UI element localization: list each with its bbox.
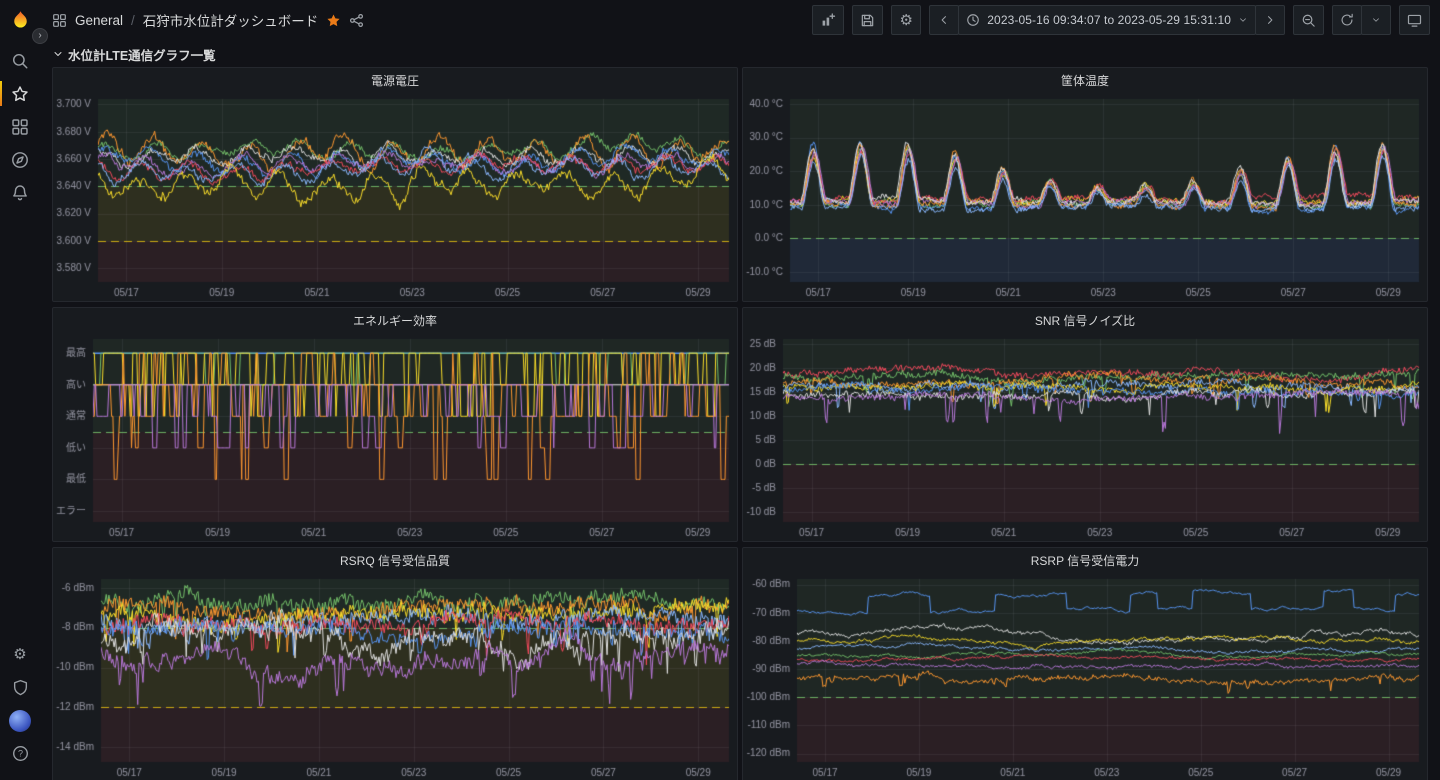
panel-enclosure-temperature: 筐体温度	[742, 67, 1428, 302]
dashboard-icon	[52, 13, 67, 28]
time-range-picker[interactable]: 2023-05-16 09:34:07 to 2023-05-29 15:31:…	[958, 5, 1256, 35]
kiosk-mode-button[interactable]	[1399, 5, 1430, 35]
clock-icon	[966, 13, 980, 27]
chart-canvas-snr[interactable]	[743, 332, 1427, 541]
chart-canvas-rsrq[interactable]	[53, 572, 737, 780]
chart-canvas-rsrp[interactable]	[743, 572, 1427, 780]
sidebar-expand-toggle[interactable]: ›	[32, 28, 48, 44]
share-dashboard-button[interactable]	[349, 13, 364, 28]
time-shift-back-button[interactable]	[929, 5, 959, 35]
sidebar-item-dashboards[interactable]	[0, 110, 40, 143]
help-icon: ?	[12, 745, 29, 762]
panel-body	[53, 332, 737, 541]
panel-rsrp: RSRP 信号受信電力	[742, 547, 1428, 780]
panel-energy-efficiency: エネルギー効率	[52, 307, 738, 542]
chevron-down-icon	[52, 48, 64, 60]
chevron-right-icon	[1264, 14, 1276, 26]
grafana-app: ›	[0, 0, 1440, 780]
refresh-controls	[1332, 5, 1391, 35]
compass-icon	[11, 151, 29, 169]
sidebar-item-starred[interactable]	[0, 77, 40, 110]
dashboard-settings-button[interactable]: ⚙	[891, 5, 921, 35]
sidebar-item-configuration[interactable]: ⚙	[0, 638, 40, 671]
refresh-icon	[1340, 13, 1354, 27]
dashboard-canvas: 水位計LTE通信グラフ一覧 電源電圧 筐体温度 エネルギー効率 SNR 信号ノイ…	[40, 40, 1440, 780]
panel-body	[743, 92, 1427, 301]
add-panel-icon	[820, 12, 836, 28]
time-range-label: 2023-05-16 09:34:07 to 2023-05-29 15:31:…	[987, 13, 1231, 27]
user-avatar	[9, 710, 31, 732]
panel-rsrq: RSRQ 信号受信品質	[52, 547, 738, 780]
sidebar-item-server-admin[interactable]	[0, 671, 40, 704]
sidebar-item-help[interactable]: ?	[0, 737, 40, 770]
sidebar-item-profile[interactable]	[0, 704, 40, 737]
panel-title[interactable]: 電源電圧	[53, 68, 737, 92]
topbar: General / 石狩市水位計ダッシュボード	[40, 0, 1440, 40]
panel-power-voltage: 電源電圧	[52, 67, 738, 302]
bell-icon	[11, 184, 29, 202]
panel-snr: SNR 信号ノイズ比	[742, 307, 1428, 542]
breadcrumb-separator: /	[131, 13, 135, 28]
sidebar-bottom-nav: ⚙ ?	[0, 638, 40, 770]
row-header[interactable]: 水位計LTE通信グラフ一覧	[52, 43, 1428, 65]
panel-body	[743, 332, 1427, 541]
row-title: 水位計LTE通信グラフ一覧	[68, 45, 216, 64]
zoom-out-button[interactable]	[1293, 5, 1324, 35]
gear-icon: ⚙	[900, 13, 913, 28]
panel-title[interactable]: 筐体温度	[743, 68, 1427, 92]
panel-title[interactable]: エネルギー効率	[53, 308, 737, 332]
chevron-left-icon	[938, 14, 950, 26]
chart-canvas-power-voltage[interactable]	[53, 92, 737, 301]
main-area: General / 石狩市水位計ダッシュボード	[40, 0, 1440, 780]
svg-text:?: ?	[17, 749, 22, 759]
panel-title[interactable]: SNR 信号ノイズ比	[743, 308, 1427, 332]
chevron-right-icon: ›	[38, 31, 41, 41]
shield-icon	[12, 679, 29, 696]
refresh-button[interactable]	[1332, 5, 1362, 35]
breadcrumb-dashboard-title: 石狩市水位計ダッシュボード	[143, 10, 319, 30]
panel-title[interactable]: RSRP 信号受信電力	[743, 548, 1427, 572]
search-icon	[11, 52, 29, 70]
panel-body	[743, 572, 1427, 780]
toolbar-actions: ⚙ 2023-05-16 09:34:07 to 2023-05-29 15:3…	[812, 5, 1430, 35]
caret-down-icon	[1238, 15, 1248, 25]
apps-grid-icon	[11, 118, 29, 136]
star-dashboard-button[interactable]	[326, 13, 341, 28]
sidebar-nav	[0, 44, 40, 209]
panel-title[interactable]: RSRQ 信号受信品質	[53, 548, 737, 572]
save-icon	[860, 13, 875, 28]
chart-canvas-enclosure-temperature[interactable]	[743, 92, 1427, 301]
star-icon	[11, 85, 29, 103]
caret-down-icon	[1371, 15, 1381, 25]
monitor-icon	[1407, 13, 1422, 28]
add-panel-button[interactable]	[812, 5, 844, 35]
grafana-logo-icon[interactable]	[8, 9, 33, 34]
time-shift-forward-button[interactable]	[1255, 5, 1285, 35]
panel-body	[53, 572, 737, 780]
chart-canvas-energy-efficiency[interactable]	[53, 332, 737, 541]
panel-grid: 電源電圧 筐体温度 エネルギー効率 SNR 信号ノイズ比 RSRQ 信号受信品質	[52, 67, 1428, 780]
breadcrumb-section[interactable]: General	[75, 13, 123, 28]
refresh-interval-dropdown[interactable]	[1361, 5, 1391, 35]
sidebar-item-alerting[interactable]	[0, 176, 40, 209]
zoom-out-icon	[1301, 13, 1316, 28]
sidebar-item-search[interactable]	[0, 44, 40, 77]
gear-icon: ⚙	[13, 647, 26, 662]
sidebar-item-explore[interactable]	[0, 143, 40, 176]
breadcrumb: General / 石狩市水位計ダッシュボード	[52, 10, 364, 30]
save-dashboard-button[interactable]	[852, 5, 883, 35]
sidebar: ›	[0, 0, 40, 780]
panel-body	[53, 92, 737, 301]
time-controls: 2023-05-16 09:34:07 to 2023-05-29 15:31:…	[929, 5, 1285, 35]
